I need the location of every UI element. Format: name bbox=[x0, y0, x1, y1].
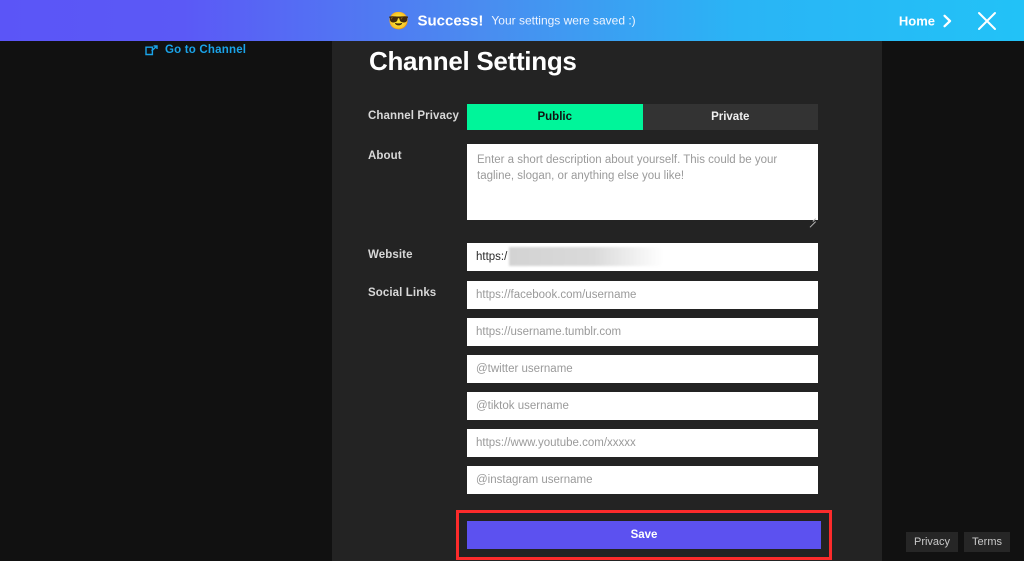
website-label: Website bbox=[368, 249, 413, 261]
form-row-about: About bbox=[368, 144, 868, 225]
privacy-field: Public Private bbox=[467, 104, 818, 130]
footer-links: Privacy Terms bbox=[905, 532, 1010, 552]
page-title: Channel Settings bbox=[369, 46, 577, 76]
sunglasses-face-emoji: 😎 bbox=[388, 11, 410, 30]
website-input[interactable]: https:/ bbox=[467, 243, 818, 271]
website-value: https:/ bbox=[476, 251, 508, 263]
chevron-right-icon bbox=[943, 14, 952, 27]
success-banner: 😎 Success! Your settings were saved :) H… bbox=[0, 0, 1024, 41]
about-textarea-wrap bbox=[467, 144, 818, 225]
banner-sub-text: Your settings were saved :) bbox=[491, 13, 636, 28]
social-input-youtube[interactable] bbox=[467, 429, 818, 457]
social-input-instagram[interactable] bbox=[467, 466, 818, 494]
privacy-option-private[interactable]: Private bbox=[642, 104, 818, 130]
privacy-option-public[interactable]: Public bbox=[467, 104, 643, 130]
social-input-facebook[interactable] bbox=[467, 281, 818, 309]
social-links-label: Social Links bbox=[368, 287, 437, 299]
form-row-website: Website https:/ bbox=[368, 243, 868, 271]
redacted-value-overlay bbox=[509, 247, 663, 266]
banner-message-group: 😎 Success! Your settings were saved :) bbox=[388, 12, 635, 29]
terms-link[interactable]: Terms bbox=[964, 532, 1010, 552]
go-to-channel-label: Go to Channel bbox=[165, 44, 247, 56]
social-input-tumblr[interactable] bbox=[467, 318, 818, 346]
banner-home-label: Home bbox=[898, 13, 935, 28]
channel-settings-form: Channel Privacy Public Private About Web… bbox=[368, 104, 868, 508]
go-to-channel-link[interactable]: Go to Channel bbox=[145, 44, 246, 56]
about-label: About bbox=[368, 150, 402, 162]
form-row-social: Social Links bbox=[368, 281, 868, 494]
banner-strong-text: Success! bbox=[417, 12, 484, 29]
social-input-tiktok[interactable] bbox=[467, 392, 818, 420]
save-button-zone: Save bbox=[456, 510, 832, 560]
website-field: https:/ bbox=[467, 243, 818, 271]
close-banner-button[interactable] bbox=[974, 8, 1000, 34]
banner-home-link[interactable]: Home bbox=[899, 13, 952, 28]
privacy-link[interactable]: Privacy bbox=[905, 532, 959, 552]
form-row-privacy: Channel Privacy Public Private bbox=[368, 104, 868, 130]
social-input-twitter[interactable] bbox=[467, 355, 818, 383]
about-field bbox=[467, 144, 818, 225]
about-textarea[interactable] bbox=[467, 144, 818, 220]
privacy-segmented-control[interactable]: Public Private bbox=[467, 104, 818, 130]
app-root: Go to Channel Channel Settings Channel P… bbox=[0, 0, 1024, 561]
save-button[interactable]: Save bbox=[467, 521, 821, 549]
privacy-label: Channel Privacy bbox=[368, 110, 459, 122]
external-link-icon bbox=[145, 44, 158, 56]
close-icon bbox=[974, 8, 1000, 34]
social-links-field bbox=[467, 281, 818, 494]
